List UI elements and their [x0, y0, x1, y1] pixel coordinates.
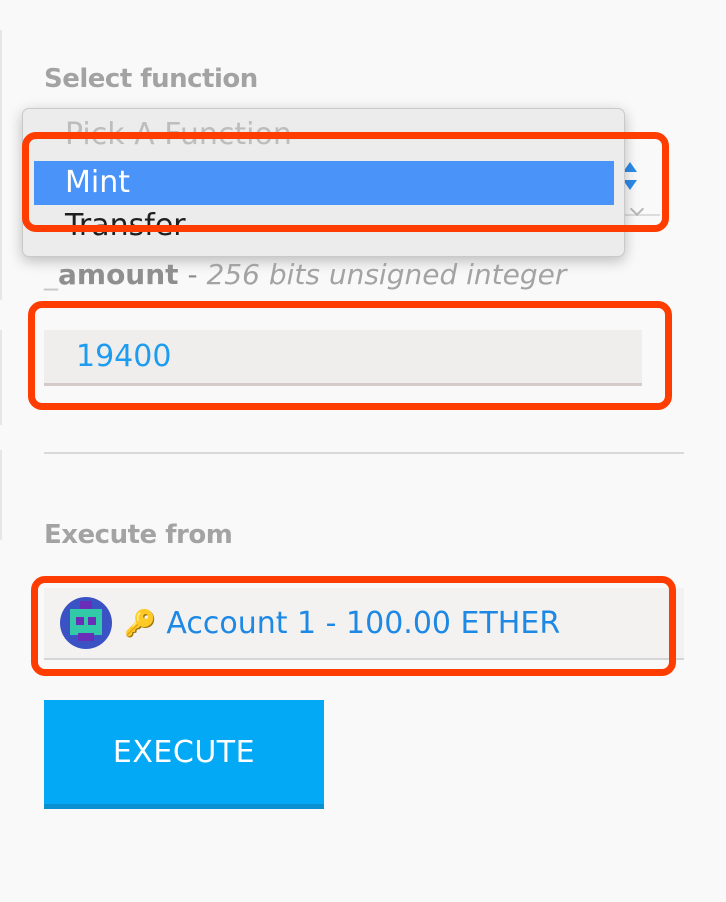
- param-type: 256 bits unsigned integer: [206, 258, 567, 291]
- select-function-label: Select function: [44, 64, 258, 94]
- annotation-highlight: [31, 576, 676, 676]
- divider: [44, 452, 684, 454]
- amount-param-label: _amount - 256 bits unsigned integer: [44, 258, 566, 291]
- execute-button[interactable]: EXECUTE: [44, 700, 324, 809]
- param-name: amount: [58, 258, 179, 291]
- param-separator: -: [178, 258, 207, 291]
- panel-edge: [0, 330, 2, 425]
- annotation-highlight: [22, 132, 669, 232]
- execute-from-label: Execute from: [44, 520, 233, 550]
- panel-edge: [0, 30, 2, 300]
- panel-edge: [0, 450, 2, 540]
- annotation-highlight: [28, 301, 672, 410]
- param-prefix: _: [44, 258, 58, 291]
